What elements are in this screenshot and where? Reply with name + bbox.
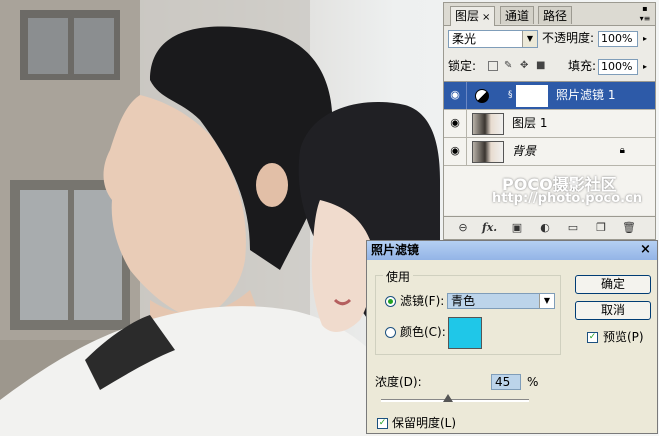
dialog-title: 照片滤镜 xyxy=(371,243,420,257)
layer-row-photo-filter[interactable]: ◉ § 照片滤镜 1 xyxy=(444,82,655,110)
filter-value: 青色 xyxy=(451,294,476,308)
fill-input[interactable]: 100% xyxy=(598,59,638,75)
blend-mode-value: 柔光 xyxy=(452,32,477,46)
eye-icon: ◉ xyxy=(450,88,460,101)
chevron-down-icon[interactable]: ▼ xyxy=(522,31,537,47)
opacity-input[interactable]: 100% xyxy=(598,31,638,47)
new-layer-icon[interactable]: ❐ xyxy=(594,221,608,235)
lock-brush-icon[interactable]: ✎ xyxy=(504,61,514,71)
tab-paths[interactable]: 路径 xyxy=(538,6,573,24)
preserve-luminosity-label: 保留明度(L) xyxy=(392,416,457,430)
layer-name: 背景 xyxy=(512,144,537,158)
visibility-toggle[interactable]: ◉ xyxy=(444,82,467,109)
photo-filter-dialog: 照片滤镜 × 使用 滤镜(F): 青色 ▼ 颜色(C): 确定 取消 ✓ 预览(… xyxy=(366,240,658,434)
color-label: 颜色(C): xyxy=(400,325,446,339)
layers-panel: 图层 × 通道 路径 ▪ ▾≡ 柔光 ▼ 不透明度: 100% ▸ 锁定: ✎ ✥ … xyxy=(443,2,656,240)
tab-layers[interactable]: 图层 × xyxy=(450,6,496,26)
opacity-value: 100% xyxy=(601,32,633,45)
blend-opacity-row: 柔光 ▼ 不透明度: 100% ▸ xyxy=(448,30,651,50)
visibility-toggle[interactable]: ◉ xyxy=(444,110,467,137)
link-layers-icon[interactable]: ⊖ xyxy=(456,221,470,235)
lock-label: 锁定: xyxy=(448,59,477,73)
trash-icon[interactable]: 🗑︎ xyxy=(622,221,636,235)
fill-value: 100% xyxy=(601,60,633,73)
density-label: 浓度(D): xyxy=(375,375,422,389)
lock-all-icon[interactable]: ■ xyxy=(536,61,546,71)
lock-move-icon[interactable]: ✥ xyxy=(520,61,530,71)
add-mask-icon[interactable]: ▣ xyxy=(510,221,524,235)
density-unit: % xyxy=(527,375,539,389)
dialog-titlebar[interactable]: 照片滤镜 × xyxy=(367,241,657,260)
chevron-down-icon[interactable]: ▼ xyxy=(539,294,554,308)
blend-mode-select[interactable]: 柔光 ▼ xyxy=(448,30,538,48)
adjustment-layer-icon xyxy=(475,89,489,103)
layer-name: 照片滤镜 1 xyxy=(556,88,616,102)
filter-select[interactable]: 青色 ▼ xyxy=(447,293,555,309)
lock-transparent-icon[interactable] xyxy=(488,61,498,71)
padlock-icon: 🔒︎ xyxy=(619,145,625,156)
lock-fill-row: 锁定: ✎ ✥ ■ 填充: 100% ▸ xyxy=(448,58,651,78)
layer-name: 图层 1 xyxy=(512,116,548,130)
density-input[interactable]: 45 xyxy=(491,374,521,390)
density-slider-thumb[interactable] xyxy=(442,394,453,402)
close-icon[interactable]: × xyxy=(638,242,653,257)
adjustment-icon[interactable]: ◐ xyxy=(538,221,552,235)
panel-menu-icon[interactable]: ▪ ▾≡ xyxy=(638,4,652,24)
cancel-button[interactable]: 取消 xyxy=(575,301,651,320)
visibility-toggle[interactable]: ◉ xyxy=(444,138,467,165)
chain-link-icon[interactable]: § xyxy=(508,90,513,100)
fill-label: 填充: xyxy=(568,59,597,73)
layers-empty-area: POCO摄影社区 http://photo.poco.cn xyxy=(444,171,655,215)
density-slider-track[interactable] xyxy=(381,399,529,402)
filter-label: 滤镜(F): xyxy=(400,294,445,308)
layer-row-layer1[interactable]: ◉ 图层 1 xyxy=(444,110,655,138)
density-value: 45 xyxy=(495,375,511,389)
tab-channels-label: 通道 xyxy=(505,9,530,23)
tab-paths-label: 路径 xyxy=(543,9,568,23)
opacity-label: 不透明度: xyxy=(542,31,595,45)
color-swatch[interactable] xyxy=(448,317,482,349)
preserve-luminosity-checkbox[interactable]: ✓ xyxy=(377,418,388,429)
tab-channels[interactable]: 通道 xyxy=(500,6,535,24)
tab-close-icon[interactable]: × xyxy=(482,12,490,23)
layers-list: ◉ § 照片滤镜 1 ◉ 图层 1 ◉ 背景 🔒︎ xyxy=(444,81,655,172)
panel-tab-bar: 图层 × 通道 路径 ▪ ▾≡ xyxy=(444,3,655,26)
use-group-label: 使用 xyxy=(383,271,414,283)
color-radio[interactable] xyxy=(385,327,396,338)
layer-mask-thumbnail[interactable] xyxy=(516,85,548,107)
eye-icon: ◉ xyxy=(450,116,460,129)
layer-thumbnail[interactable] xyxy=(472,113,504,135)
fx-icon[interactable]: fx. xyxy=(482,221,497,235)
tab-layers-label: 图层 xyxy=(455,9,480,23)
layers-footer: ⊖ fx. ▣ ◐ ▭ ❐ 🗑︎ xyxy=(444,216,655,239)
folder-icon[interactable]: ▭ xyxy=(566,221,580,235)
eye-icon: ◉ xyxy=(450,144,460,157)
layer-thumbnail[interactable] xyxy=(472,141,504,163)
watermark-url: http://photo.poco.cn xyxy=(492,191,643,206)
preview-checkbox[interactable]: ✓ xyxy=(587,332,598,343)
fill-arrow-icon[interactable]: ▸ xyxy=(640,59,650,75)
layer-row-background[interactable]: ◉ 背景 🔒︎ xyxy=(444,138,655,166)
ok-button[interactable]: 确定 xyxy=(575,275,651,294)
opacity-arrow-icon[interactable]: ▸ xyxy=(640,31,650,47)
filter-radio[interactable] xyxy=(385,296,396,307)
preview-label: 预览(P) xyxy=(603,330,644,344)
